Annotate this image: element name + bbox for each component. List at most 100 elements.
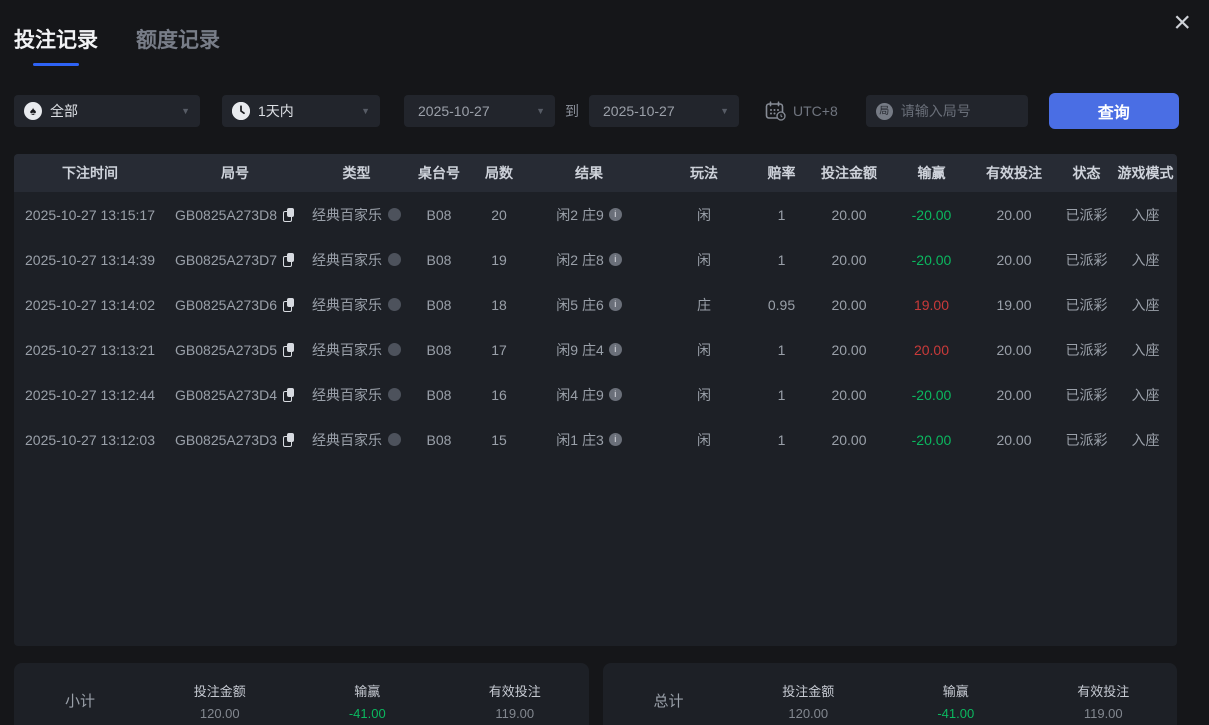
filter-bar: ♠ 全部 ▼ 1天内 ▼ 2025-10-27 ▼ 到 2025-10-27 ▼… [0, 93, 1209, 129]
result-info-icon[interactable]: i [609, 388, 622, 401]
col-play-type: 玩法 [649, 163, 759, 183]
table-no-cell: B08 [409, 432, 469, 448]
game-type-badge-icon [388, 298, 401, 311]
subtotal-panel: 小计 投注金额 120.00 输赢 -41.00 有效投注 119.00 [14, 663, 589, 725]
table-row: 2025-10-27 13:12:03GB0825A273D3 经典百家乐 B08 1… [14, 417, 1177, 462]
date-to-select[interactable]: 2025-10-27 ▼ [589, 95, 739, 127]
game-mode-cell-text: 入座 [1132, 295, 1160, 315]
result-info-icon[interactable]: i [609, 253, 622, 266]
win-loss-cell-text: 19.00 [914, 297, 949, 313]
table-row: 2025-10-27 13:13:21GB0825A273D5经典百家乐B081… [14, 327, 1177, 372]
game-mode-cell: 入座 [1114, 340, 1177, 360]
query-button[interactable]: 查询 [1049, 93, 1179, 129]
odds-cell-text: 1 [778, 252, 786, 268]
total-win-loss-label: 输赢 [882, 681, 1030, 700]
tab-quota-records[interactable]: 额度记录 [136, 24, 220, 66]
bet-amount-cell: 20.00 [804, 252, 894, 268]
total-bet-amount-value: 120.00 [735, 706, 883, 721]
play-type-cell: 闲 [649, 205, 759, 225]
total-valid-bet-value: 119.00 [1030, 706, 1178, 721]
table-no-cell: B08 [409, 342, 469, 358]
tab-bet-records[interactable]: 投注记录 [14, 24, 98, 66]
result-info-icon[interactable]: i [609, 343, 622, 356]
valid-bet-cell-text: 20.00 [996, 387, 1031, 403]
copy-icon[interactable] [283, 433, 295, 447]
odds-cell-text: 1 [778, 432, 786, 448]
col-bet-time: 下注时间 [14, 163, 166, 183]
date-from-value: 2025-10-27 [418, 103, 490, 119]
round-id-cell: GB0825A273D3 [166, 432, 304, 448]
bet-amount-cell-text: 20.00 [831, 342, 866, 358]
col-valid-bet: 有效投注 [969, 163, 1059, 183]
table-row: 2025-10-27 13:14:39GB0825A273D7经典百家乐B081… [14, 237, 1177, 282]
time-range-select[interactable]: 1天内 ▼ [222, 95, 380, 127]
copy-icon[interactable] [283, 388, 295, 402]
table-no-cell: B08 [409, 252, 469, 268]
round-id-cell-text: GB0825A273D5 [175, 342, 277, 358]
copy-icon[interactable] [283, 208, 295, 222]
col-status: 状态 [1059, 163, 1114, 183]
bet-time-cell-text: 2025-10-27 13:14:02 [25, 297, 155, 313]
chevron-down-icon: ▼ [536, 106, 545, 116]
round-no-cell-text: 16 [491, 387, 507, 403]
col-round-no: 局数 [469, 163, 529, 183]
result-info-icon[interactable]: i [609, 433, 622, 446]
copy-icon[interactable] [283, 253, 295, 267]
game-type-cell: 经典百家乐 [304, 385, 409, 405]
col-odds: 赔率 [759, 163, 804, 183]
game-type-cell: 经典百家乐 [304, 340, 409, 360]
status-cell: 已派彩 [1059, 250, 1114, 270]
status-cell: 已派彩 [1059, 205, 1114, 225]
game-type-cell: 经典百家乐 [304, 250, 409, 270]
table-no-cell-text: B08 [427, 297, 452, 313]
close-icon[interactable]: × [1173, 8, 1191, 38]
round-id-cell: GB0825A273D8 [166, 207, 304, 223]
timezone-indicator: UTC+8 [765, 101, 838, 121]
date-from-select[interactable]: 2025-10-27 ▼ [404, 95, 555, 127]
odds-cell: 0.95 [759, 297, 804, 313]
play-type-cell-text: 庄 [697, 295, 711, 315]
odds-cell: 1 [759, 207, 804, 223]
result-info-icon[interactable]: i [609, 298, 622, 311]
game-type-cell-text: 经典百家乐 [312, 250, 382, 270]
calendar-clock-icon [765, 101, 786, 121]
game-type-select[interactable]: ♠ 全部 ▼ [14, 95, 200, 127]
result-info-icon[interactable]: i [609, 208, 622, 221]
round-input-placeholder: 请输入局号 [901, 101, 971, 121]
game-type-badge-icon [388, 208, 401, 221]
round-number-input[interactable]: 局 请输入局号 [866, 95, 1028, 127]
bet-time-cell: 2025-10-27 13:12:03 [14, 432, 166, 448]
table-no-cell: B08 [409, 297, 469, 313]
odds-cell: 1 [759, 252, 804, 268]
game-type-badge-icon [388, 253, 401, 266]
total-win-loss-value: -41.00 [882, 706, 1030, 721]
bet-amount-cell-text: 20.00 [831, 207, 866, 223]
play-type-cell-text: 闲 [697, 250, 711, 270]
subtotal-valid-bet-value: 119.00 [441, 706, 589, 721]
copy-icon[interactable] [283, 343, 295, 357]
table-no-cell: B08 [409, 387, 469, 403]
table-no-cell-text: B08 [427, 207, 452, 223]
odds-cell: 1 [759, 432, 804, 448]
game-type-cell-text: 经典百家乐 [312, 430, 382, 450]
bet-time-cell: 2025-10-27 13:14:02 [14, 297, 166, 313]
play-type-cell-text: 闲 [697, 430, 711, 450]
table-row: 2025-10-27 13:12:44GB0825A273D4经典百家乐B081… [14, 372, 1177, 417]
to-label: 到 [565, 101, 579, 121]
status-cell: 已派彩 [1059, 340, 1114, 360]
win-loss-cell: -20.00 [894, 207, 969, 223]
result-cell: 闲2 庄8i [529, 250, 649, 270]
copy-icon[interactable] [283, 298, 295, 312]
game-type-badge-icon [388, 388, 401, 401]
round-id-cell: GB0825A273D4 [166, 387, 304, 403]
round-no-cell-text: 17 [491, 342, 507, 358]
table-row: 2025-10-27 13:14:02GB0825A273D6经典百家乐B081… [14, 282, 1177, 327]
tab-bar: 投注记录 额度记录 [14, 24, 1209, 66]
game-type-cell-text: 经典百家乐 [312, 205, 382, 225]
game-mode-cell-text: 入座 [1132, 250, 1160, 270]
game-mode-cell: 入座 [1114, 430, 1177, 450]
bet-amount-cell: 20.00 [804, 387, 894, 403]
round-no-cell: 16 [469, 387, 529, 403]
subtotal-win-loss: 输赢 -41.00 [294, 681, 442, 721]
round-no-cell-text: 15 [491, 432, 507, 448]
